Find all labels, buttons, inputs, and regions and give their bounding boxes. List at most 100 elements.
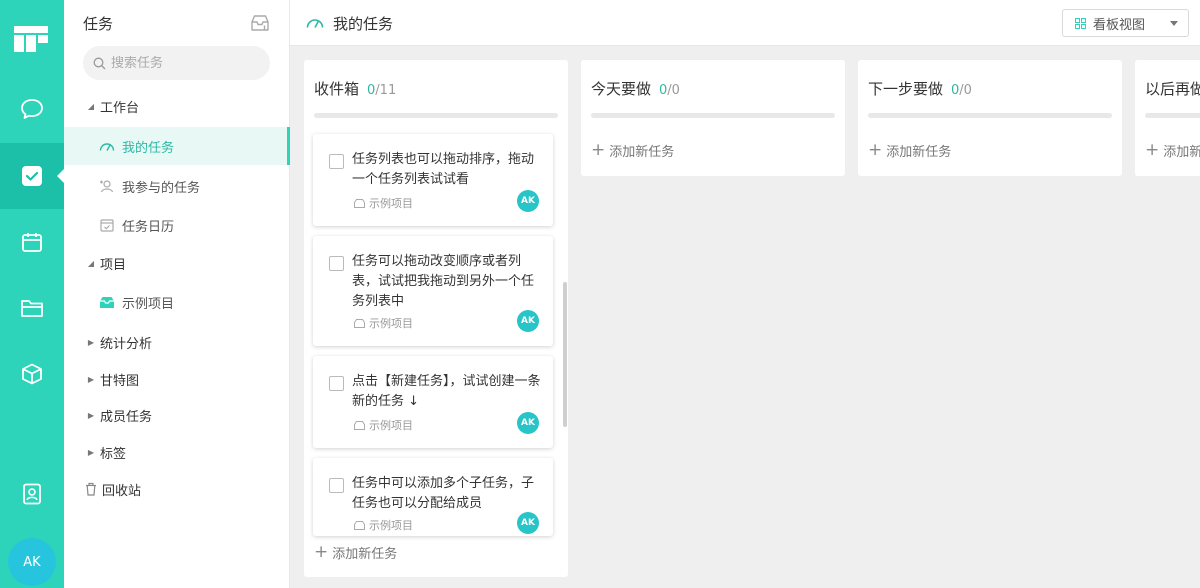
group-stats[interactable]: ▶ 统计分析 [64,323,290,361]
column-count: 0/0 [659,83,680,98]
column-progress-bar [314,113,558,118]
speedometer-icon [306,19,324,28]
add-task-button[interactable]: + 添加新任务 [1145,140,1200,160]
assignee-avatar[interactable]: AK [517,412,539,434]
group-projects-label: 项目 [100,257,127,273]
group-member-tasks-label: 成员任务 [100,409,153,425]
view-switch-label: 看板视图 [1093,17,1146,33]
group-workbench[interactable]: ◢ 工作台 [64,87,290,125]
rail-tasks[interactable] [0,143,64,209]
column-progress-bar [868,113,1112,118]
board-column-later: 以后再做0/0 + 添加新任务 [1135,60,1200,176]
task-card[interactable]: 任务中可以添加多个子任务，子任务也可以分配给成员 示例项目 AK [313,458,553,536]
task-project: 示例项目 [354,517,413,533]
board-column-today: 今天要做 0/0 + 添加新任务 [581,60,845,176]
sidebar-item-participating[interactable]: 我参与的任务 [64,167,290,205]
cube-icon [22,363,42,385]
column-count-total: /0 [959,83,972,98]
participant-icon [100,180,114,193]
contact-card-icon [23,483,41,505]
sidebar-item-trash[interactable]: 回收站 [64,470,290,508]
caret-right-icon: ▶ [87,447,95,457]
task-card[interactable]: 任务列表也可以拖动排序，拖动一个任务列表试试看 示例项目 AK [313,134,553,226]
task-title: 任务可以拖动改变顺序或者列表，试试把我拖动到另外一个任务列表中 [352,254,535,309]
app-rail: AK [0,0,64,588]
project-box-icon [354,198,365,208]
speedometer-icon [99,143,115,151]
caret-down-icon: ◢ [87,101,95,111]
task-title: 点击【新建任务】，试试创建一条新的任务 ↓ [352,374,541,409]
page-header: 我的任务 看板视图 [290,0,1200,46]
task-checkbox[interactable] [329,478,344,493]
calendar-icon [22,233,42,252]
task-checkbox[interactable] [329,154,344,169]
search-icon [93,57,106,69]
sidebar-item-task-calendar[interactable]: 任务日历 [64,206,290,244]
grid-view-icon [1075,17,1086,29]
rail-messages[interactable] [0,76,64,142]
app-logo-icon[interactable] [14,26,48,52]
rail-calendar[interactable] [0,209,64,275]
search-input[interactable] [111,55,261,71]
column-title-text: 下一步要做 [868,80,944,98]
column-progress-bar [1145,113,1200,118]
view-switch-dropdown[interactable]: 看板视图 [1062,9,1189,37]
board-column-next: 下一步要做 0/0 + 添加新任务 [858,60,1122,176]
task-card[interactable]: 点击【新建任务】，试试创建一条新的任务 ↓ 示例项目 AK [313,356,553,448]
group-stats-label: 统计分析 [100,336,153,352]
group-projects[interactable]: ◢ 项目 [64,244,290,282]
plus-icon: + [314,542,329,562]
plus-icon: + [591,140,606,160]
caret-down-icon: ◢ [87,258,95,268]
sidebar-item-label: 我参与的任务 [122,180,201,196]
rail-contacts[interactable] [0,461,64,527]
group-member-tasks[interactable]: ▶ 成员任务 [64,396,290,434]
group-gantt[interactable]: ▶ 甘特图 [64,360,290,398]
add-task-label: 添加新任务 [609,144,675,160]
column-title-text: 今天要做 [591,80,652,98]
column-count-total: /11 [375,83,397,98]
folder-icon [21,300,43,317]
user-avatar[interactable]: AK [8,538,56,586]
add-task-label: 添加新任务 [1163,144,1200,160]
sidebar-item-label: 回收站 [102,483,142,499]
caret-right-icon: ▶ [87,410,95,420]
column-count-total: /0 [667,83,680,98]
assignee-avatar[interactable]: AK [517,310,539,332]
group-tags[interactable]: ▶ 标签 [64,433,290,471]
inbox-add-icon[interactable] [250,14,270,32]
sidebar-item-label: 任务日历 [122,219,175,235]
column-title: 下一步要做 0/0 [868,78,972,99]
add-task-button[interactable]: + 添加新任务 [868,140,951,160]
assignee-avatar[interactable]: AK [517,190,539,212]
column-count: 0/0 [951,83,972,98]
column-title-text: 以后再做 [1145,80,1200,98]
task-project-label: 示例项目 [369,519,413,532]
rail-files[interactable] [0,275,64,341]
plus-icon: + [868,140,883,160]
plus-icon: + [1145,140,1160,160]
column-scrollbar[interactable] [563,282,567,427]
group-gantt-label: 甘特图 [100,373,140,389]
task-project: 示例项目 [354,417,413,433]
sidebar-item-my-tasks[interactable]: 我的任务 [64,127,290,165]
task-title: 任务列表也可以拖动排序，拖动一个任务列表试试看 [352,152,535,187]
assignee-avatar[interactable]: AK [517,512,539,534]
task-project-label: 示例项目 [369,419,413,432]
project-box-icon [354,420,365,430]
task-checkbox[interactable] [329,376,344,391]
task-project: 示例项目 [354,315,413,331]
task-checkbox[interactable] [329,256,344,271]
task-card[interactable]: 任务可以拖动改变顺序或者列表，试试把我拖动到另外一个任务列表中 示例项目 AK [313,236,553,346]
project-box-icon [100,296,114,308]
add-task-button[interactable]: + 添加新任务 [591,140,674,160]
sidebar-item-sample-project[interactable]: 示例项目 [64,283,290,321]
sidebar-item-label: 示例项目 [122,296,175,312]
project-box-icon [354,318,365,328]
group-tags-label: 标签 [100,446,127,462]
add-task-button[interactable]: + 添加新任务 [314,542,397,562]
sidebar-item-label: 我的任务 [122,140,175,156]
column-title-text: 收件箱 [314,80,360,98]
chevron-down-icon [1170,21,1178,26]
rail-apps[interactable] [0,341,64,407]
